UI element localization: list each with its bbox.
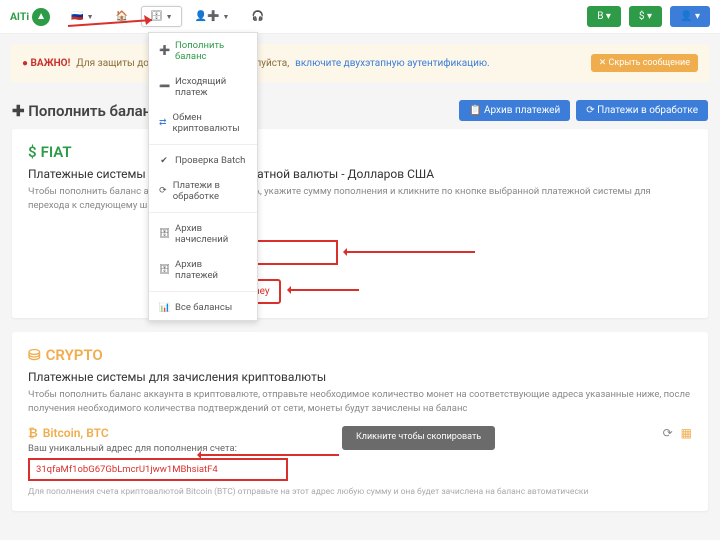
page-title: ✚ Пополнить баланс xyxy=(12,102,159,120)
money-button[interactable]: $ ▾ xyxy=(629,6,662,27)
crypto-subtitle: Платежные системы для зачисления криптов… xyxy=(28,370,692,384)
fiat-subtitle: Платежные системы для зачисления фиатной… xyxy=(28,167,692,181)
fiat-card: $FIAT Платежные системы для зачисления ф… xyxy=(12,129,708,318)
alert-bar: ● ВАЖНО! Для защиты доступа к аккаунту, … xyxy=(10,44,710,82)
crypto-desc: Чтобы пополнить баланс аккаунта в крипто… xyxy=(28,388,692,417)
dd-exchange[interactable]: ⇄Обмен криптовалюты xyxy=(149,105,257,141)
dd-outgoing[interactable]: ➖Исходящий платеж xyxy=(149,69,257,105)
btc-note: Для пополнения счета криптовалютой Bitco… xyxy=(28,487,692,497)
refresh-icon[interactable]: ⟳ xyxy=(663,426,673,440)
btc-address[interactable]: 31qfaMf1obG67GbLmcrU1jww1MBhsiatF4 xyxy=(28,458,288,481)
logo-icon: ▲ xyxy=(32,8,50,26)
dd-payments[interactable]: 🗄Архив платежей xyxy=(149,252,257,288)
btc-title: ₿Bitcoin, BTC xyxy=(28,426,328,440)
wallet-menu-button[interactable]: 🗄 ▼ xyxy=(141,6,182,27)
balance-button[interactable]: B ▾ xyxy=(587,6,621,27)
dd-batch[interactable]: ✔Проверка Batch xyxy=(149,148,257,173)
wallet-dropdown: ➕Пополнить баланс ➖Исходящий платеж ⇄Обм… xyxy=(148,32,258,321)
user-menu-button[interactable]: 👤➕ ▼ xyxy=(186,6,239,27)
dollar-icon: $ xyxy=(28,143,37,161)
dd-balances[interactable]: 📊Все балансы xyxy=(149,295,257,320)
bitcoin-icon: ₿ xyxy=(28,426,38,440)
logo[interactable]: AlTi▲ xyxy=(10,8,50,26)
alert-link[interactable]: включите двухэтапную аутентификацию. xyxy=(295,58,490,69)
fiat-title: $FIAT xyxy=(28,143,692,161)
alert-close-button[interactable]: ✕ Скрыть сообщение xyxy=(591,54,698,72)
alert-prefix: ● ВАЖНО! xyxy=(22,58,70,69)
crypto-card: ⛁CRYPTO Платежные системы для зачисления… xyxy=(12,332,708,512)
crypto-title: ⛁CRYPTO xyxy=(28,346,692,364)
page-header: ✚ Пополнить баланс 📋 Архив платежей ⟳ Пл… xyxy=(0,92,720,129)
annotation-arrow xyxy=(289,289,359,291)
dd-accruals[interactable]: 🗄Архив начислений xyxy=(149,216,257,252)
dd-topup[interactable]: ➕Пополнить баланс xyxy=(149,33,257,69)
archive-button[interactable]: 📋 Архив платежей xyxy=(459,100,570,121)
dd-processing[interactable]: ⟳Платежи в обработке xyxy=(149,173,257,209)
support-icon[interactable]: 🎧 xyxy=(242,6,272,27)
processing-button[interactable]: ⟳ Платежи в обработке xyxy=(576,100,708,121)
btc-sub: Ваш уникальный адрес для пополнения счет… xyxy=(28,443,328,454)
coins-icon: ⛁ xyxy=(28,346,41,364)
lang-flag[interactable]: 🇷🇺▼ xyxy=(62,6,102,27)
home-icon[interactable]: 🏠 xyxy=(107,6,137,27)
annotation-arrow xyxy=(199,454,339,456)
topbar: AlTi▲ 🇷🇺▼ 🏠 🗄 ▼ 👤➕ ▼ 🎧 B ▾ $ ▾ 👤 ▾ xyxy=(0,0,720,34)
account-button[interactable]: 👤 ▾ xyxy=(670,6,710,27)
fiat-desc: Чтобы пополнить баланс аккаунта в доллар… xyxy=(28,185,692,214)
copy-button[interactable]: Кликните чтобы скопировать xyxy=(342,426,495,450)
annotation-arrow xyxy=(345,251,475,253)
qr-icon[interactable]: ▦ xyxy=(681,426,692,440)
